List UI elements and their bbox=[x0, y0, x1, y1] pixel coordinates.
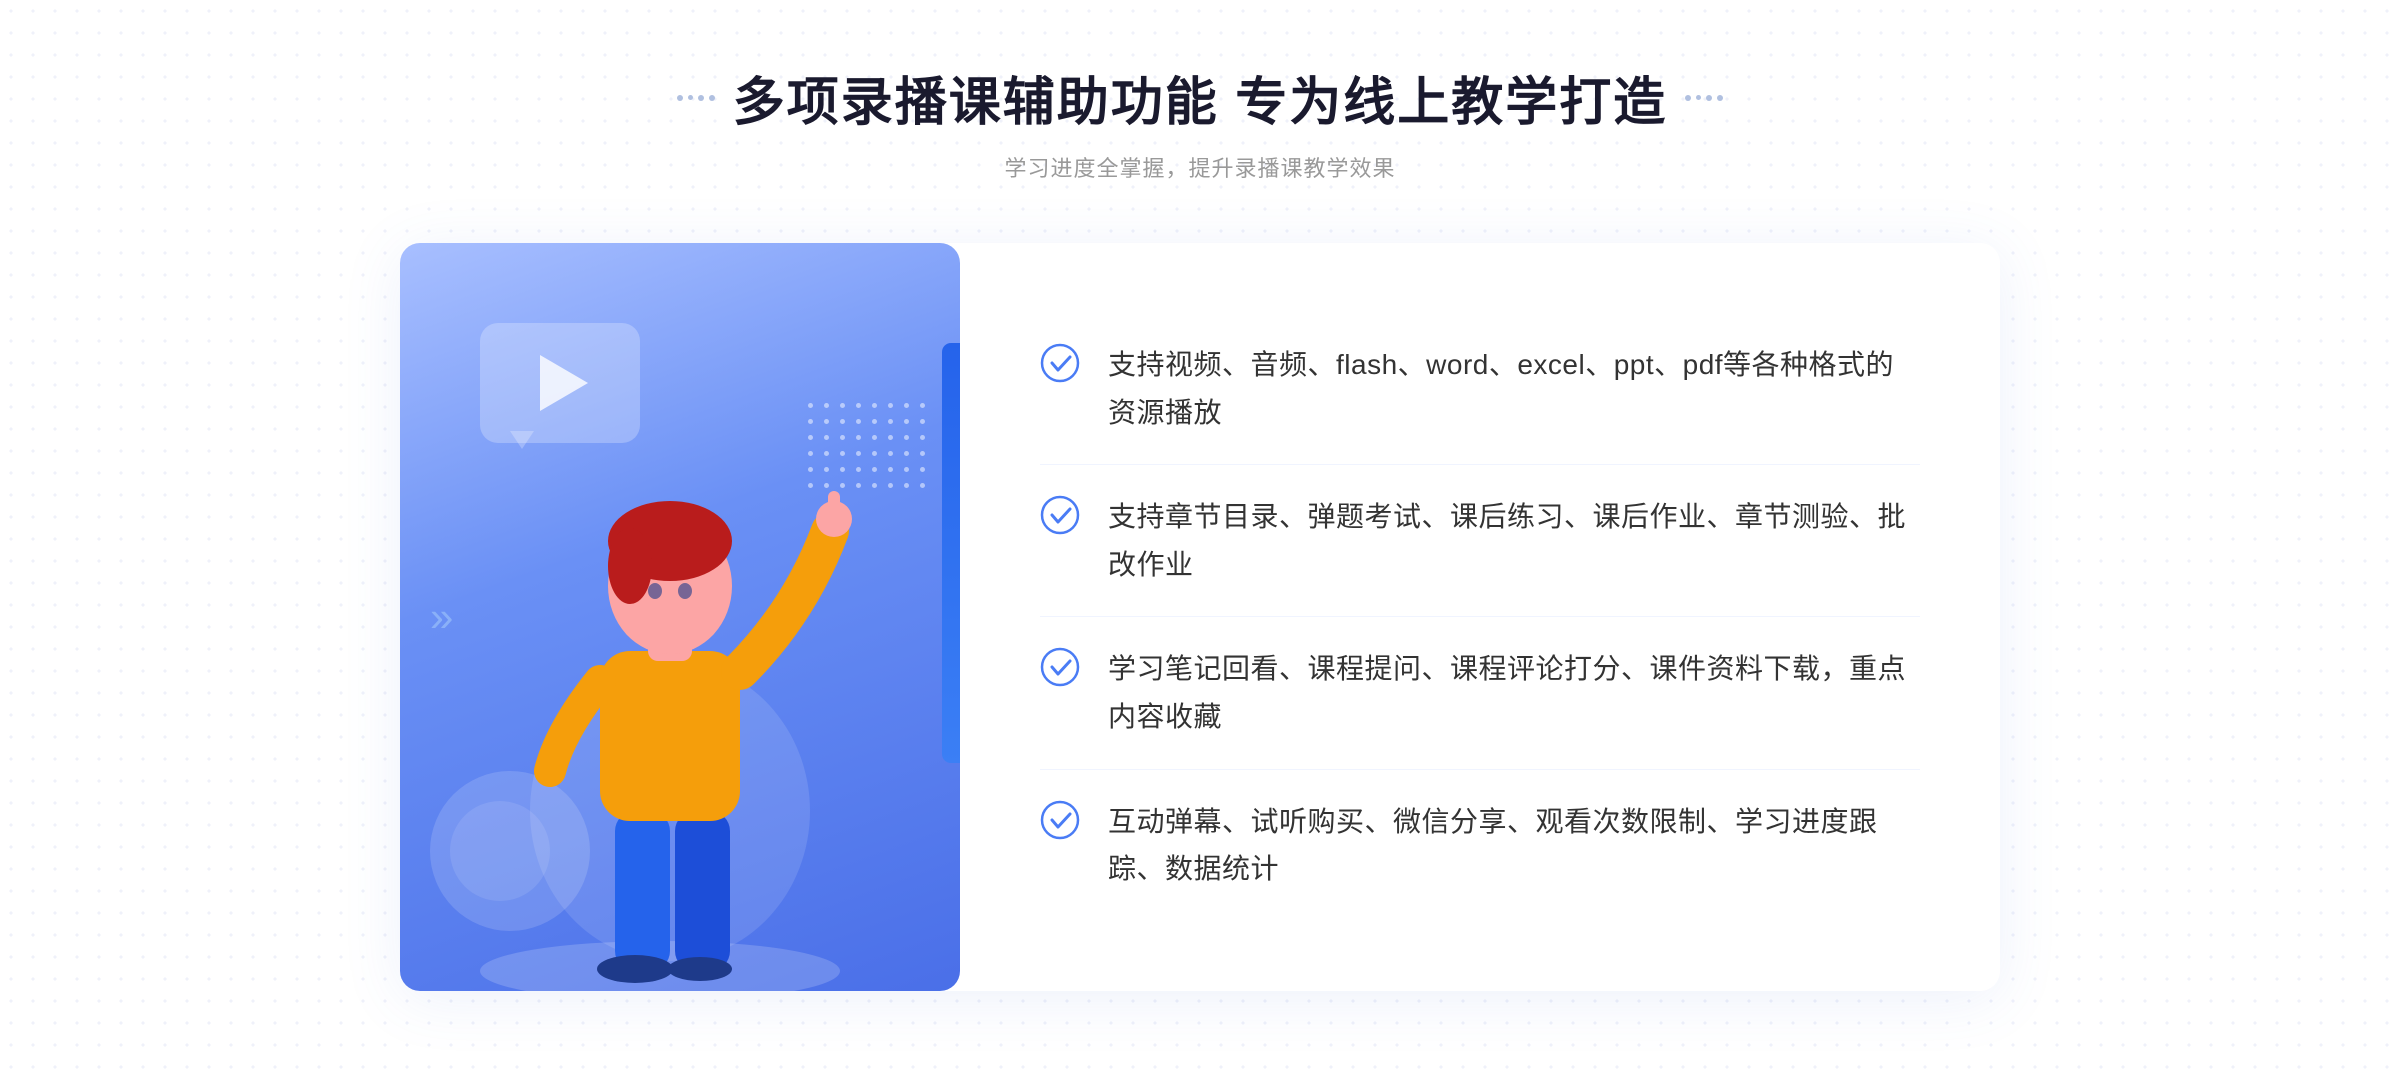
main-card: » bbox=[400, 243, 2000, 991]
feature-text-4: 互动弹幕、试听购买、微信分享、观看次数限制、学习进度跟踪、数据统计 bbox=[1108, 798, 1920, 893]
left-panel bbox=[400, 243, 960, 991]
feature-item-3: 学习笔记回看、课程提问、课程评论打分、课件资料下载，重点内容收藏 bbox=[1040, 617, 1920, 769]
check-icon-2 bbox=[1040, 495, 1080, 535]
page-wrapper: 多项录播课辅助功能 专为线上教学打造 学习进度全掌握，提升录播课教学效果 » bbox=[0, 0, 2400, 1071]
content-area: 多项录播课辅助功能 专为线上教学打造 学习进度全掌握，提升录播课教学效果 » bbox=[0, 60, 2400, 991]
feature-item-1: 支持视频、音频、flash、word、excel、ppt、pdf等各种格式的资源… bbox=[1040, 313, 1920, 465]
title-dots-left bbox=[677, 95, 715, 101]
check-icon-3 bbox=[1040, 647, 1080, 687]
check-icon-1 bbox=[1040, 343, 1080, 383]
play-icon bbox=[540, 355, 588, 411]
feature-text-3: 学习笔记回看、课程提问、课程评论打分、课件资料下载，重点内容收藏 bbox=[1108, 645, 1920, 740]
illustration-person bbox=[460, 411, 880, 991]
feature-item-4: 互动弹幕、试听购买、微信分享、观看次数限制、学习进度跟踪、数据统计 bbox=[1040, 770, 1920, 921]
feature-text-1: 支持视频、音频、flash、word、excel、ppt、pdf等各种格式的资源… bbox=[1108, 341, 1920, 436]
blue-bar-accent bbox=[942, 343, 960, 763]
title-dots-right bbox=[1685, 95, 1723, 101]
header-section: 多项录播课辅助功能 专为线上教学打造 学习进度全掌握，提升录播课教学效果 bbox=[677, 60, 1723, 183]
feature-item-2: 支持章节目录、弹题考试、课后练习、课后作业、章节测验、批改作业 bbox=[1040, 465, 1920, 617]
left-chevron-icon: » bbox=[430, 593, 453, 641]
right-panel: 支持视频、音频、flash、word、excel、ppt、pdf等各种格式的资源… bbox=[960, 243, 2000, 991]
check-icon-4 bbox=[1040, 800, 1080, 840]
feature-text-2: 支持章节目录、弹题考试、课后练习、课后作业、章节测验、批改作业 bbox=[1108, 493, 1920, 588]
main-title: 多项录播课辅助功能 专为线上教学打造 bbox=[733, 60, 1667, 135]
subtitle: 学习进度全掌握，提升录播课教学效果 bbox=[1004, 151, 1395, 183]
title-row: 多项录播课辅助功能 专为线上教学打造 bbox=[677, 60, 1723, 135]
